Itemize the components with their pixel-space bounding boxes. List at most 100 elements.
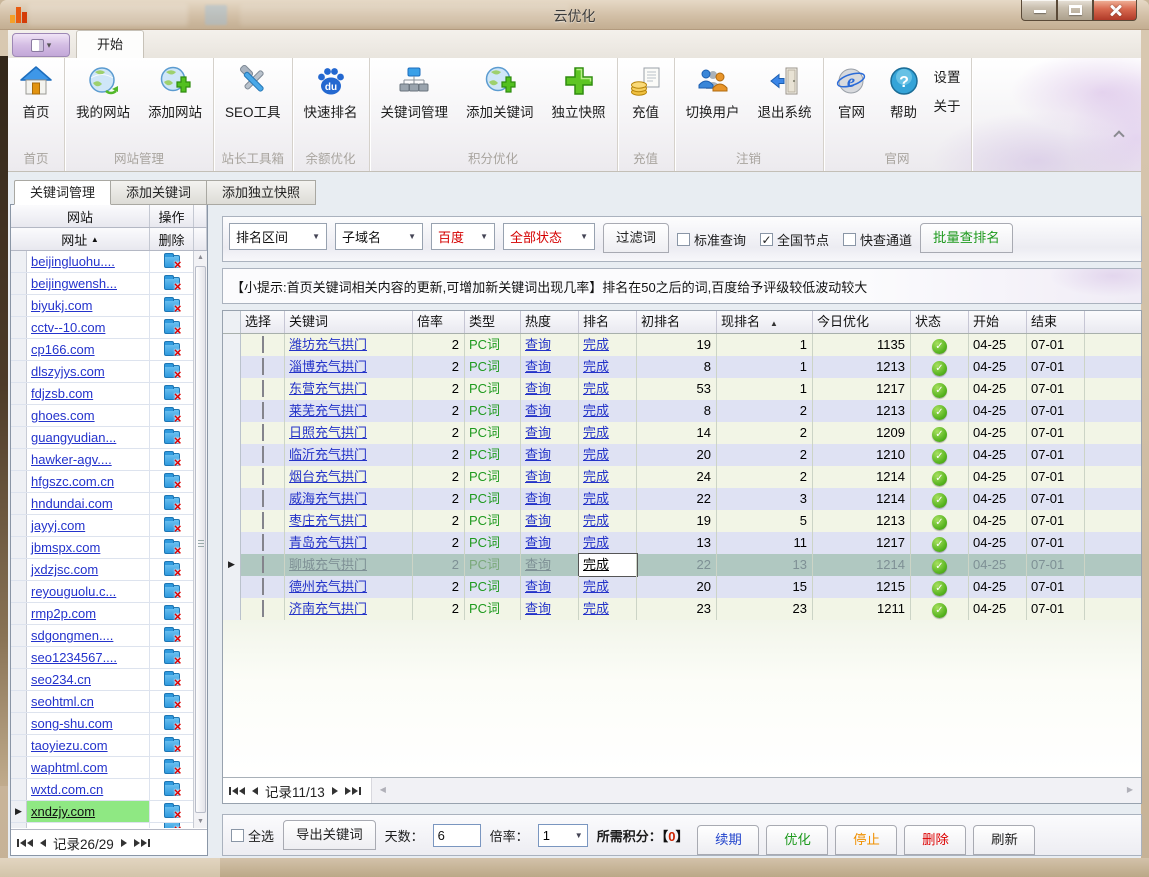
keyword-row[interactable]: 青岛充气拱门2PC词查询完成13111217✓04-2507-01: [223, 532, 1141, 554]
grid-column-header-关键词[interactable]: 关键词: [285, 311, 413, 333]
pager-first-button[interactable]: [17, 839, 33, 847]
keyword-link[interactable]: 威海充气拱门: [289, 491, 367, 506]
site-row[interactable]: sdgongmen....: [11, 625, 194, 647]
site-link[interactable]: sdgongmen....: [31, 628, 113, 643]
keyword-row[interactable]: 潍坊充气拱门2PC词查询完成1911135✓04-2507-01: [223, 334, 1141, 356]
site-link[interactable]: fdjzsb.com: [31, 386, 93, 401]
filter-words-button[interactable]: 过滤词: [603, 223, 669, 253]
rank-done-link[interactable]: 完成: [583, 491, 609, 506]
grid-column-header-开始[interactable]: 开始: [969, 311, 1027, 333]
rank-done-link[interactable]: 完成: [583, 579, 609, 594]
delete-site-icon[interactable]: [164, 695, 180, 708]
ribbon-button-我的网站[interactable]: 我的网站: [67, 60, 139, 123]
ribbon-button-帮助[interactable]: ?帮助: [878, 60, 930, 123]
优化-button[interactable]: 优化: [766, 825, 828, 855]
delete-site-icon[interactable]: [164, 299, 180, 312]
heat-query-link[interactable]: 查询: [525, 447, 551, 462]
site-link[interactable]: seohtml.cn: [31, 694, 94, 709]
delete-site-icon[interactable]: [164, 717, 180, 730]
site-link[interactable]: biyukj.com: [31, 298, 92, 313]
tab-添加关键词[interactable]: 添加关键词: [111, 180, 207, 205]
site-link[interactable]: cctv--10.com: [31, 320, 105, 335]
site-link[interactable]: reyouguolu.c...: [31, 584, 116, 599]
site-link[interactable]: taoyiezu.com: [31, 738, 108, 753]
delete-site-icon[interactable]: [164, 541, 180, 554]
keyword-row[interactable]: 淄博充气拱门2PC词查询完成811213✓04-2507-01: [223, 356, 1141, 378]
site-row[interactable]: jxdzjsc.com: [11, 559, 194, 581]
rank-done-link[interactable]: 完成: [583, 535, 609, 550]
site-row[interactable]: song-shu.com: [11, 713, 194, 735]
pager-first-button[interactable]: [229, 787, 245, 795]
site-link[interactable]: wxtd.com.cn: [31, 782, 103, 797]
delete-site-icon[interactable]: [164, 453, 180, 466]
keyword-row[interactable]: 临沂充气拱门2PC词查询完成2021210✓04-2507-01: [223, 444, 1141, 466]
site-row[interactable]: cp166.com: [11, 339, 194, 361]
rank-done-link[interactable]: 完成: [583, 557, 609, 572]
site-row[interactable]: waphtml.com: [11, 757, 194, 779]
delete-site-icon[interactable]: [164, 255, 180, 268]
rank-done-link[interactable]: 完成: [583, 601, 609, 616]
delete-site-icon[interactable]: [164, 739, 180, 752]
site-row[interactable]: hfgszc.com.cn: [11, 471, 194, 493]
delete-site-icon[interactable]: [164, 497, 180, 510]
刷新-button[interactable]: 刷新: [973, 825, 1035, 855]
delete-site-icon[interactable]: [164, 431, 180, 444]
delete-site-icon[interactable]: [164, 761, 180, 774]
site-row[interactable]: taoyiezu.com: [11, 735, 194, 757]
filter-dropdown-排名区间[interactable]: 排名区间▼: [229, 223, 327, 250]
site-link[interactable]: seo1234567....: [31, 650, 117, 665]
pager-next-button[interactable]: [332, 787, 338, 795]
scrollbar-thumb[interactable]: [195, 266, 206, 813]
delete-site-icon[interactable]: [164, 585, 180, 598]
site-row[interactable]: rmp2p.com: [11, 603, 194, 625]
rank-done-link[interactable]: 完成: [583, 425, 609, 440]
heat-query-link[interactable]: 查询: [525, 359, 551, 374]
keyword-row[interactable]: 德州充气拱门2PC词查询完成20151215✓04-2507-01: [223, 576, 1141, 598]
grid-column-header-选择[interactable]: 选择: [241, 311, 285, 333]
site-link[interactable]: jxdzjsc.com: [31, 562, 98, 577]
ribbon-button-独立快照[interactable]: 独立快照: [543, 60, 615, 123]
site-row[interactable]: ghoes.com: [11, 405, 194, 427]
row-checkbox[interactable]: [262, 380, 264, 397]
ribbon-small-button-关于[interactable]: 关于: [934, 95, 961, 115]
停止-button[interactable]: 停止: [835, 825, 897, 855]
filter-dropdown-百度[interactable]: 百度▼: [431, 223, 495, 250]
keyword-link[interactable]: 潍坊充气拱门: [289, 337, 367, 352]
scroll-up-icon[interactable]: ▲: [194, 251, 207, 264]
keyword-link[interactable]: 日照充气拱门: [289, 425, 367, 440]
days-input[interactable]: 6: [433, 824, 481, 847]
checkbox-checked[interactable]: ✓: [760, 233, 773, 246]
site-link[interactable]: cp166.com: [31, 342, 95, 357]
ribbon-button-添加关键词[interactable]: 添加关键词: [457, 60, 543, 123]
delete-site-icon[interactable]: [164, 805, 180, 818]
keyword-link[interactable]: 烟台充气拱门: [289, 469, 367, 484]
site-link[interactable]: hfgszc.com.cn: [31, 474, 114, 489]
site-row[interactable]: wxtd.com.cn: [11, 779, 194, 801]
grid-column-header-状态[interactable]: 状态: [911, 311, 969, 333]
delete-site-icon[interactable]: [164, 277, 180, 290]
filter-dropdown-全部状态[interactable]: 全部状态▼: [503, 223, 595, 250]
row-checkbox[interactable]: [262, 336, 264, 353]
sites-col-site[interactable]: 网站: [11, 205, 150, 227]
maximize-button[interactable]: [1057, 0, 1093, 21]
keyword-row[interactable]: 莱芜充气拱门2PC词查询完成821213✓04-2507-01: [223, 400, 1141, 422]
rank-done-link[interactable]: 完成: [583, 403, 609, 418]
ribbon-button-快速排名[interactable]: du快速排名: [295, 60, 367, 123]
keyword-row[interactable]: 东营充气拱门2PC词查询完成5311217✓04-2507-01: [223, 378, 1141, 400]
row-checkbox[interactable]: [262, 468, 264, 485]
ribbon-button-官网[interactable]: e官网: [826, 60, 878, 123]
heat-query-link[interactable]: 查询: [525, 337, 551, 352]
pager-last-button[interactable]: [134, 839, 150, 847]
horizontal-scrollbar[interactable]: ◀ ▶: [372, 778, 1141, 803]
rate-select[interactable]: 1▼: [538, 824, 588, 847]
select-all-checkbox[interactable]: [231, 829, 244, 842]
site-row[interactable]: seohtml.cn: [11, 691, 194, 713]
site-link[interactable]: hndundai.com: [31, 496, 113, 511]
grid-column-header-初排名[interactable]: 初排名: [637, 311, 717, 333]
delete-site-icon[interactable]: [164, 519, 180, 532]
delete-site-icon[interactable]: [164, 409, 180, 422]
续期-button[interactable]: 续期: [697, 825, 759, 855]
sites-col-del[interactable]: 删除: [150, 228, 194, 250]
checkbox-unchecked[interactable]: [843, 233, 856, 246]
delete-site-icon[interactable]: [164, 343, 180, 356]
